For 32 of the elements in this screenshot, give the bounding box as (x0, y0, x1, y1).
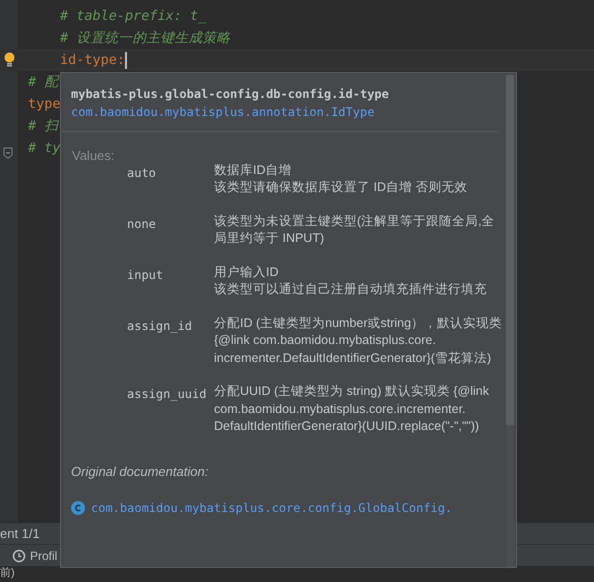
value-description: 分配UUID (主键类型为 string) 默认实现类 {@link com.baomidou.mybatisplus.core.incrementer.DefaultIdentifierGenerator}(UUID.replace("-","")) (214, 383, 490, 435)
code-line: # ty (28, 138, 61, 158)
value-name: auto (127, 164, 157, 182)
section-label: Original documentation: (70, 462, 210, 481)
value-description: 分配ID (主键类型为number或string），默认实现类 {@link com.baomidou.mybatisplus.core.incrementer.DefaultIdentifierGenerator}(雪花算法) (214, 314, 504, 367)
value-description: 该类型请确保数据库设置了 ID自增 否则无效 (214, 179, 468, 196)
class-link[interactable]: com.baomidou.mybatisplus.core.config.GlobalConfig. (91, 499, 452, 517)
clock-icon (12, 548, 26, 562)
scrollbar-thumb[interactable] (506, 75, 514, 425)
property-name: mybatis-plus.global-config.db-config.id-type (71, 86, 390, 103)
class-icon (71, 501, 85, 515)
code-line: id-type: (60, 50, 126, 70)
value-description: 该类型为未设置主键类型(注解里等于跟随全局,全局里约等于 INPUT) (214, 212, 496, 247)
tool-tab[interactable]: Profil (30, 546, 58, 564)
code-line: # 扫 (28, 116, 58, 136)
values-label: Values: (71, 147, 116, 165)
value-description: 用户输入ID (214, 264, 280, 280)
type-link[interactable]: com.baomidou.mybatisplus.annotation.IdType (71, 103, 458, 121)
status-text: 前) (0, 566, 16, 580)
code-line: type (28, 94, 61, 114)
breadcrumb-item[interactable]: ent 1/1 (0, 524, 40, 544)
code-line: # 配 (28, 72, 58, 92)
value-name: assign_id (127, 318, 194, 335)
value-name: none (127, 216, 157, 232)
value-name: assign_uuid (127, 386, 208, 403)
value-name: input (127, 266, 164, 284)
value-description: 数据库ID自增 (214, 162, 292, 178)
code-line: # 设置统一的主键生成策略 (60, 28, 230, 48)
fold-icon[interactable] (3, 147, 13, 159)
code-line: # table-prefix: t_ (60, 6, 206, 26)
lightbulb-icon[interactable] (4, 52, 15, 67)
value-description: 该类型可以通过自己注册自动填充插件进行填充 (214, 281, 488, 298)
